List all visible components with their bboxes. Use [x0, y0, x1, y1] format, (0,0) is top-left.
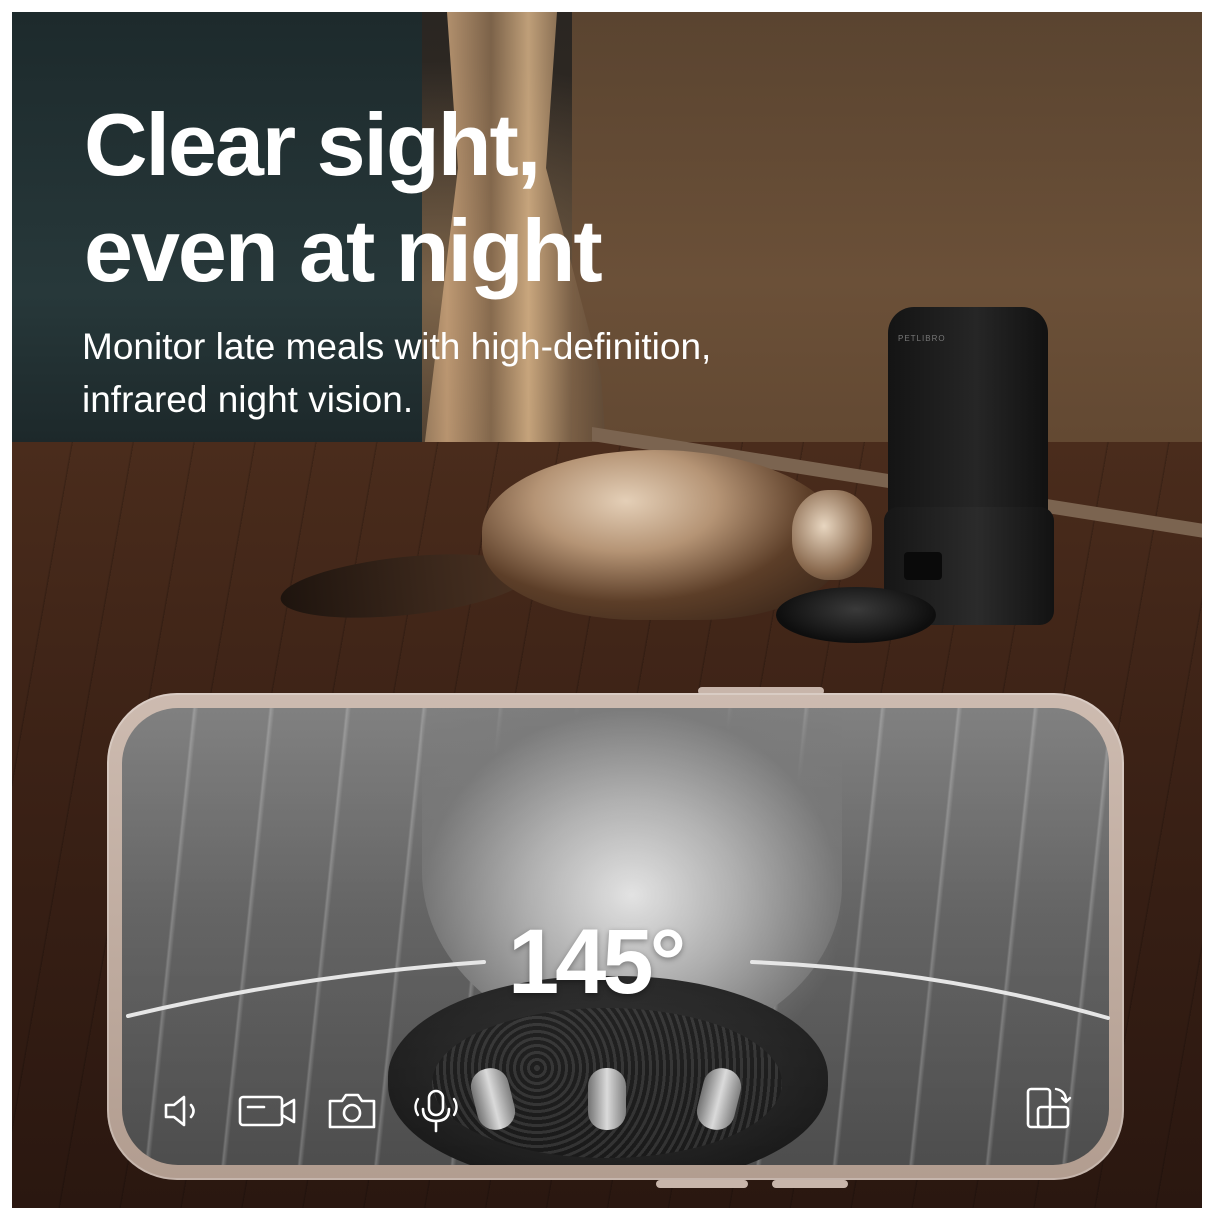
rotate-screen-button[interactable]	[1022, 1083, 1074, 1135]
snapshot-button[interactable]	[326, 1085, 378, 1137]
talk-button[interactable]	[410, 1085, 462, 1137]
microphone-icon	[414, 1089, 458, 1133]
speaker-button[interactable]	[158, 1085, 210, 1137]
rotate-screen-icon	[1026, 1087, 1072, 1129]
record-video-button[interactable]	[236, 1085, 298, 1137]
snapshot-camera-icon	[328, 1093, 376, 1129]
speaker-icon	[164, 1095, 195, 1127]
field-of-view-arc	[126, 960, 1110, 1020]
record-video-icon	[238, 1095, 296, 1127]
field-of-view-value: 145°	[508, 911, 686, 1013]
